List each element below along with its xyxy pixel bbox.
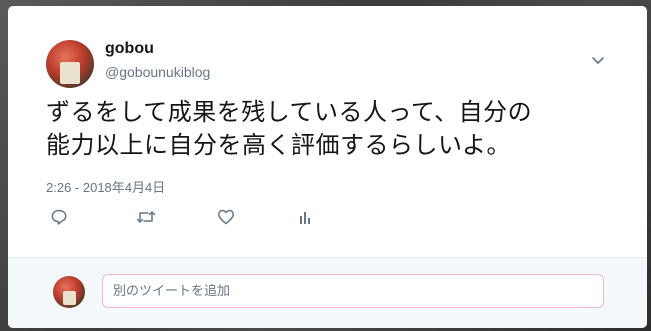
chevron-down-icon[interactable]: [590, 52, 606, 68]
tweet-text: ずるをして成果を残している人って、自分の 能力以上に自分を高く評価するらしいよ。: [46, 96, 616, 162]
reply-icon[interactable]: [50, 208, 70, 228]
retweet-icon[interactable]: [136, 208, 156, 228]
tweet-timestamp[interactable]: 2:26 - 2018年4月4日: [46, 177, 165, 196]
display-name[interactable]: gobou: [105, 40, 154, 58]
avatar-image-detail: [63, 291, 76, 305]
tweet-text-line: ずるをして成果を残している人って、自分の: [46, 98, 533, 126]
avatar: [53, 276, 85, 308]
tweet-actions: [50, 208, 350, 230]
tweet-card: gobou @gobounukiblog ずるをして成果を残している人って、自分…: [8, 6, 647, 328]
tweet-text-line: 能力以上に自分を高く評価するらしいよ。: [46, 131, 512, 159]
analytics-icon[interactable]: [298, 208, 318, 228]
reply-input[interactable]: [102, 274, 604, 308]
heart-icon[interactable]: [217, 208, 237, 228]
avatar-image-detail: [60, 62, 80, 84]
avatar[interactable]: [46, 40, 94, 88]
user-handle[interactable]: @gobounukiblog: [105, 64, 210, 80]
reply-composer: [8, 257, 647, 328]
